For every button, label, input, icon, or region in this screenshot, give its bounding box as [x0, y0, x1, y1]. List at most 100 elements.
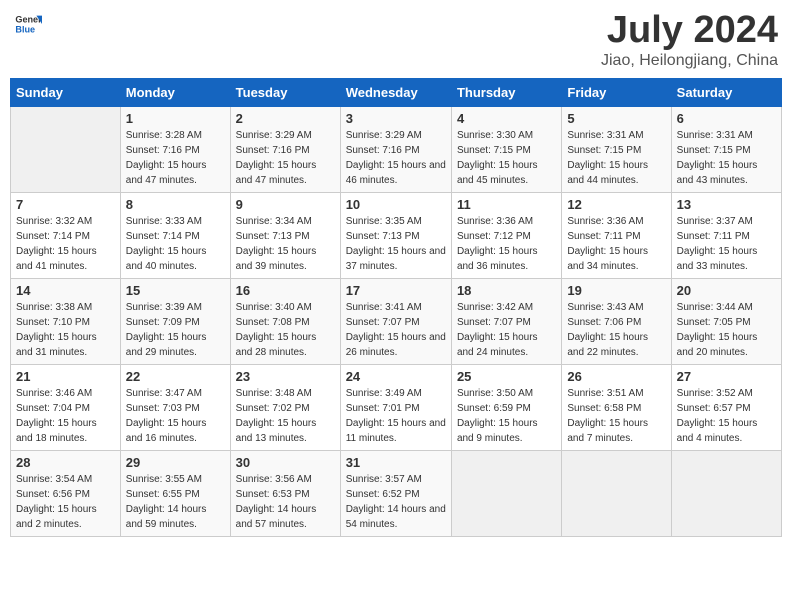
day-cell: 3 Sunrise: 3:29 AMSunset: 7:16 PMDaylight…: [340, 106, 451, 192]
page-header: General Blue July 2024 Jiao, Heilongjian…: [10, 10, 782, 70]
day-cell: 30Sunrise: 3:56 AMSunset: 6:53 PMDayligh…: [230, 450, 340, 536]
day-info: Sunrise: 3:41 AMSunset: 7:07 PMDaylight:…: [346, 300, 446, 360]
weekday-header-saturday: Saturday: [671, 78, 781, 106]
day-number: 9: [236, 197, 335, 212]
day-number: 13: [677, 197, 776, 212]
day-info: Sunrise: 3:28 AMSunset: 7:16 PMDaylight:…: [126, 128, 225, 188]
day-number: 2: [236, 111, 335, 126]
weekday-header-sunday: Sunday: [11, 78, 121, 106]
day-info: Sunrise: 3:36 AMSunset: 7:12 PMDaylight:…: [457, 214, 556, 274]
svg-text:Blue: Blue: [15, 24, 35, 34]
day-number: 3: [346, 111, 446, 126]
day-cell: 2Sunrise: 3:29 AMSunset: 7:16 PMDaylight…: [230, 106, 340, 192]
day-info: Sunrise: 3:35 AMSunset: 7:13 PMDaylight:…: [346, 214, 446, 274]
day-number: 22: [126, 369, 225, 384]
day-number: 30: [236, 455, 335, 470]
day-number: 25: [457, 369, 556, 384]
day-number: 31: [346, 455, 446, 470]
week-row-4: 21 Sunrise: 3:46 AMSunset: 7:04 PMDayligh…: [11, 364, 782, 450]
day-info: Sunrise: 3:55 AMSunset: 6:55 PMDaylight:…: [126, 472, 225, 532]
day-cell: 19 Sunrise: 3:43 AMSunset: 7:06 PMDayligh…: [562, 278, 671, 364]
day-number: 18: [457, 283, 556, 298]
day-info: Sunrise: 3:44 AMSunset: 7:05 PMDaylight:…: [677, 300, 776, 360]
logo: General Blue: [14, 10, 42, 38]
day-cell: 12 Sunrise: 3:36 AMSunset: 7:11 PMDayligh…: [562, 192, 671, 278]
day-cell: 31 Sunrise: 3:57 AMSunset: 6:52 PMDayligh…: [340, 450, 451, 536]
weekday-header-wednesday: Wednesday: [340, 78, 451, 106]
day-number: 7: [16, 197, 115, 212]
day-cell: 26Sunrise: 3:51 AMSunset: 6:58 PMDayligh…: [562, 364, 671, 450]
logo-icon: General Blue: [14, 10, 42, 38]
day-cell: 21 Sunrise: 3:46 AMSunset: 7:04 PMDayligh…: [11, 364, 121, 450]
day-info: Sunrise: 3:36 AMSunset: 7:11 PMDaylight:…: [567, 214, 665, 274]
day-cell: 9Sunrise: 3:34 AMSunset: 7:13 PMDaylight…: [230, 192, 340, 278]
day-cell: 17 Sunrise: 3:41 AMSunset: 7:07 PMDayligh…: [340, 278, 451, 364]
day-info: Sunrise: 3:33 AMSunset: 7:14 PMDaylight:…: [126, 214, 225, 274]
day-number: 27: [677, 369, 776, 384]
day-cell: [562, 450, 671, 536]
day-info: Sunrise: 3:40 AMSunset: 7:08 PMDaylight:…: [236, 300, 335, 360]
weekday-header-thursday: Thursday: [451, 78, 561, 106]
day-info: Sunrise: 3:31 AMSunset: 7:15 PMDaylight:…: [677, 128, 776, 188]
day-number: 17: [346, 283, 446, 298]
day-info: Sunrise: 3:52 AMSunset: 6:57 PMDaylight:…: [677, 386, 776, 446]
day-info: Sunrise: 3:57 AMSunset: 6:52 PMDaylight:…: [346, 472, 446, 532]
location: Jiao, Heilongjiang, China: [601, 52, 778, 70]
day-info: Sunrise: 3:47 AMSunset: 7:03 PMDaylight:…: [126, 386, 225, 446]
day-number: 23: [236, 369, 335, 384]
calendar-table: SundayMondayTuesdayWednesdayThursdayFrid…: [10, 78, 782, 537]
day-number: 11: [457, 197, 556, 212]
day-cell: [671, 450, 781, 536]
day-info: Sunrise: 3:38 AMSunset: 7:10 PMDaylight:…: [16, 300, 115, 360]
day-cell: 10 Sunrise: 3:35 AMSunset: 7:13 PMDayligh…: [340, 192, 451, 278]
day-number: 24: [346, 369, 446, 384]
day-number: 1: [126, 111, 225, 126]
day-cell: [451, 450, 561, 536]
weekday-header-monday: Monday: [120, 78, 230, 106]
day-info: Sunrise: 3:32 AMSunset: 7:14 PMDaylight:…: [16, 214, 115, 274]
weekday-header-tuesday: Tuesday: [230, 78, 340, 106]
day-number: 10: [346, 197, 446, 212]
week-row-2: 7 Sunrise: 3:32 AMSunset: 7:14 PMDaylight…: [11, 192, 782, 278]
day-number: 28: [16, 455, 115, 470]
day-cell: 4 Sunrise: 3:30 AMSunset: 7:15 PMDaylight…: [451, 106, 561, 192]
week-row-5: 28 Sunrise: 3:54 AMSunset: 6:56 PMDayligh…: [11, 450, 782, 536]
day-number: 16: [236, 283, 335, 298]
month-title: July 2024: [601, 10, 778, 52]
day-info: Sunrise: 3:49 AMSunset: 7:01 PMDaylight:…: [346, 386, 446, 446]
week-row-1: 1 Sunrise: 3:28 AMSunset: 7:16 PMDaylight…: [11, 106, 782, 192]
day-cell: 24 Sunrise: 3:49 AMSunset: 7:01 PMDayligh…: [340, 364, 451, 450]
day-info: Sunrise: 3:29 AMSunset: 7:16 PMDaylight:…: [346, 128, 446, 188]
day-cell: 23Sunrise: 3:48 AMSunset: 7:02 PMDayligh…: [230, 364, 340, 450]
day-cell: 16 Sunrise: 3:40 AMSunset: 7:08 PMDayligh…: [230, 278, 340, 364]
day-info: Sunrise: 3:30 AMSunset: 7:15 PMDaylight:…: [457, 128, 556, 188]
day-info: Sunrise: 3:46 AMSunset: 7:04 PMDaylight:…: [16, 386, 115, 446]
weekday-header-row: SundayMondayTuesdayWednesdayThursdayFrid…: [11, 78, 782, 106]
day-number: 4: [457, 111, 556, 126]
weekday-header-friday: Friday: [562, 78, 671, 106]
day-number: 5: [567, 111, 665, 126]
day-cell: 8 Sunrise: 3:33 AMSunset: 7:14 PMDaylight…: [120, 192, 230, 278]
day-number: 12: [567, 197, 665, 212]
day-cell: 1 Sunrise: 3:28 AMSunset: 7:16 PMDaylight…: [120, 106, 230, 192]
day-info: Sunrise: 3:31 AMSunset: 7:15 PMDaylight:…: [567, 128, 665, 188]
day-cell: 18 Sunrise: 3:42 AMSunset: 7:07 PMDayligh…: [451, 278, 561, 364]
day-cell: 27 Sunrise: 3:52 AMSunset: 6:57 PMDayligh…: [671, 364, 781, 450]
day-number: 21: [16, 369, 115, 384]
day-number: 29: [126, 455, 225, 470]
day-number: 26: [567, 369, 665, 384]
day-info: Sunrise: 3:42 AMSunset: 7:07 PMDaylight:…: [457, 300, 556, 360]
day-info: Sunrise: 3:43 AMSunset: 7:06 PMDaylight:…: [567, 300, 665, 360]
day-cell: 29 Sunrise: 3:55 AMSunset: 6:55 PMDayligh…: [120, 450, 230, 536]
day-number: 8: [126, 197, 225, 212]
day-cell: 14Sunrise: 3:38 AMSunset: 7:10 PMDayligh…: [11, 278, 121, 364]
day-cell: 5 Sunrise: 3:31 AMSunset: 7:15 PMDaylight…: [562, 106, 671, 192]
day-number: 6: [677, 111, 776, 126]
day-info: Sunrise: 3:54 AMSunset: 6:56 PMDaylight:…: [16, 472, 115, 532]
day-cell: 28 Sunrise: 3:54 AMSunset: 6:56 PMDayligh…: [11, 450, 121, 536]
day-number: 20: [677, 283, 776, 298]
day-number: 19: [567, 283, 665, 298]
day-info: Sunrise: 3:37 AMSunset: 7:11 PMDaylight:…: [677, 214, 776, 274]
day-cell: 7 Sunrise: 3:32 AMSunset: 7:14 PMDaylight…: [11, 192, 121, 278]
title-area: July 2024 Jiao, Heilongjiang, China: [601, 10, 778, 70]
